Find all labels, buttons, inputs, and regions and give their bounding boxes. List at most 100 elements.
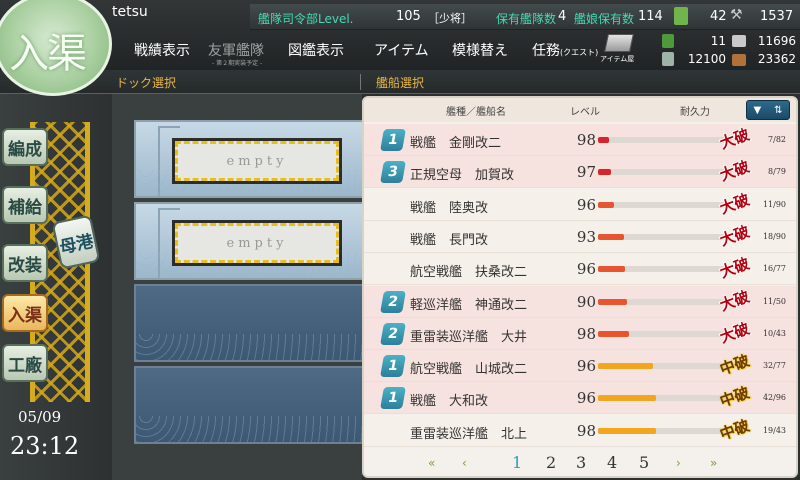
hp-bar <box>598 427 730 434</box>
hp-bar <box>598 330 730 337</box>
hp-text: 16/77 <box>762 264 786 274</box>
heavy-damage-badge: 大破 <box>717 254 752 282</box>
ship-count-value: 114 <box>638 9 663 24</box>
hp-bar-fill <box>598 169 612 176</box>
hp-bar-fill <box>598 201 615 208</box>
menu-friend-fleet[interactable]: 友軍艦隊 <box>208 40 264 60</box>
rank-text: ［少将］ <box>428 12 472 25</box>
ship-row[interactable]: 3 正規空母 加賀改 97 大破 8/79 <box>364 156 796 189</box>
page-next-button[interactable]: › <box>676 456 681 470</box>
sidebar-item-organize[interactable]: 編成 <box>2 128 48 166</box>
ship-level: 96 <box>576 260 596 279</box>
ship-row[interactable]: 戦艦 陸奥改 96 大破 11/90 <box>364 188 796 221</box>
devmat-icon: ⚒ <box>730 7 743 23</box>
heavy-damage-badge: 大破 <box>717 222 752 250</box>
menu-picture-book[interactable]: 図鑑表示 <box>288 40 344 60</box>
hq-level-value: 105 <box>396 9 421 24</box>
dock-water-decoration <box>136 334 370 360</box>
page-1[interactable]: 1 <box>512 453 522 472</box>
sort-button[interactable]: ▼ ⇅ <box>746 100 790 120</box>
menu-records[interactable]: 戦績表示 <box>134 40 190 60</box>
ship-name: 正規空母 加賀改 <box>410 168 515 184</box>
ship-name: 航空戦艦 山城改二 <box>410 362 528 378</box>
ship-row[interactable]: 1 戦艦 金剛改二 98 大破 7/82 <box>364 124 796 156</box>
time-display: 23:12 <box>10 432 80 460</box>
ship-name: 重雷装巡洋艦 北上 <box>410 426 528 442</box>
ship-row[interactable]: 2 軽巡洋艦 神通改二 90 大破 11/50 <box>364 285 796 318</box>
hp-bar-fill <box>598 363 653 370</box>
menu-quests-suffix: (クエスト) <box>560 48 599 57</box>
dock-1[interactable]: empty <box>134 120 372 198</box>
dock-2[interactable]: empty <box>134 202 372 280</box>
ship-level: 98 <box>576 421 596 440</box>
hp-text: 7/82 <box>768 135 786 144</box>
col-header-type-name: 艦種／艦船名 <box>446 107 506 118</box>
hp-bar-fill <box>598 330 629 337</box>
sidebar-item-remodel[interactable]: 改装 <box>2 244 48 282</box>
hp-bar <box>598 298 730 305</box>
heavy-damage-badge: 大破 <box>717 190 752 218</box>
item-shop-button[interactable]: アイテム屋 <box>600 34 640 66</box>
page-2[interactable]: 2 <box>546 453 556 472</box>
fleet-count-label: 保有艦隊数 <box>496 12 557 26</box>
sidebar-item-supply[interactable]: 補給 <box>2 186 48 224</box>
ship-count-label: 艦娘保有数 <box>574 12 635 26</box>
page-3[interactable]: 3 <box>576 453 586 472</box>
hp-bar <box>598 233 730 240</box>
col-header-hp: 耐久力 <box>680 107 710 118</box>
page-4[interactable]: 4 <box>607 453 617 472</box>
dock-list: empty empty <box>112 94 372 480</box>
item-shop-label: アイテム屋 <box>600 55 635 63</box>
ship-name: 重雷装巡洋艦 大井 <box>410 329 528 345</box>
ship-row[interactable]: 1 航空戦艦 山城改二 96 中破 32/77 <box>364 350 796 383</box>
sidebar-item-arsenal[interactable]: 工廠 <box>2 344 48 382</box>
ship-select-label: 艦船選択 <box>376 76 425 90</box>
page-first-button[interactable]: « <box>428 456 435 470</box>
ship-row[interactable]: 航空戦艦 扶桑改二 96 大破 16/77 <box>364 253 796 286</box>
hp-bar-fill <box>598 427 657 434</box>
hp-bar <box>598 137 730 143</box>
screen-badge-label: 入渠 <box>9 31 87 77</box>
ship-row[interactable]: 2 重雷装巡洋艦 大井 98 大破 10/43 <box>364 317 796 350</box>
dock-2-slot: empty <box>172 220 342 266</box>
ammo-value: 11696 <box>757 34 796 48</box>
ship-name: 戦艦 長門改 <box>410 232 489 248</box>
bucket-icon <box>674 7 688 25</box>
hp-text: 11/50 <box>762 296 786 306</box>
resource-panel: 11 11696 12100 23362 <box>648 30 800 70</box>
hp-text: 42/96 <box>762 393 786 403</box>
dock-3-locked[interactable] <box>134 284 372 362</box>
hp-bar <box>598 395 730 402</box>
dock-4-locked[interactable] <box>134 366 372 444</box>
dropdown-arrow-icon: ▼ <box>753 104 762 116</box>
ship-row[interactable]: 1 戦艦 大和改 96 中破 42/96 <box>364 382 796 415</box>
page-5[interactable]: 5 <box>639 453 649 472</box>
col-header-level: レベル <box>570 107 600 118</box>
steel-value: 12100 <box>687 52 726 66</box>
hp-bar-fill <box>598 137 610 143</box>
menu-items[interactable]: アイテム <box>374 40 429 60</box>
dock-select-label: ドック選択 <box>116 76 177 90</box>
fleet-number-icon: 2 <box>380 290 406 313</box>
ship-row[interactable]: 戦艦 長門改 93 大破 18/90 <box>364 220 796 253</box>
ship-level: 96 <box>576 357 596 376</box>
sort-icon: ⇅ <box>774 104 783 116</box>
page-prev-button[interactable]: ‹ <box>462 456 467 470</box>
ship-level: 98 <box>576 324 596 343</box>
fleet-number-icon: 3 <box>380 161 406 184</box>
menu-quests[interactable]: 任務(クエスト) <box>532 40 598 60</box>
fleet-count-value: 4 <box>558 9 567 24</box>
hq-level-label: 艦隊司令部Level. <box>258 12 354 26</box>
fleet-number-icon: 2 <box>380 322 406 345</box>
page-last-button[interactable]: » <box>710 456 717 470</box>
menu-furniture[interactable]: 模様替え <box>452 40 508 60</box>
fuel-icon <box>662 34 674 48</box>
ship-name: 戦艦 金剛改二 <box>410 136 502 151</box>
ship-row[interactable]: 重雷装巡洋艦 北上 98 中破 19/43 <box>364 414 796 447</box>
shop-icon <box>604 34 634 52</box>
bauxite-icon <box>732 54 746 66</box>
heavy-damage-badge: 大破 <box>717 157 752 185</box>
menu-quests-label: 任務 <box>532 43 560 59</box>
hq-stats-bar: 艦隊司令部Level. 105 ［少将］ 保有艦隊数 4 艦娘保有数 114 4… <box>250 4 800 30</box>
sidebar-item-repair[interactable]: 入渠 <box>2 294 48 332</box>
